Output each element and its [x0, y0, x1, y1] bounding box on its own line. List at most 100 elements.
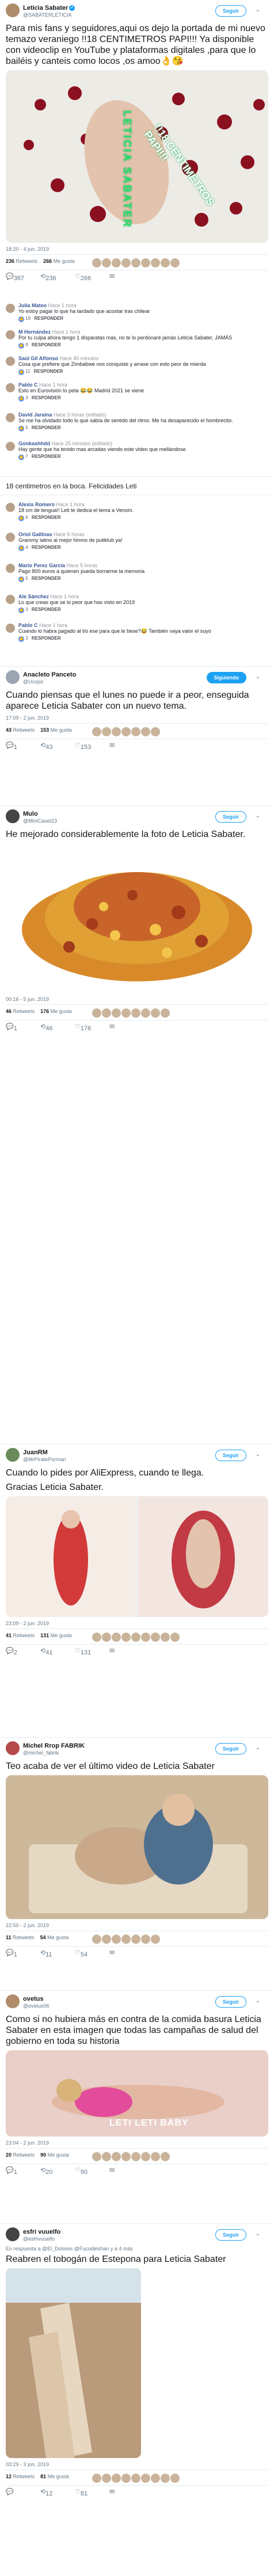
heart-icon[interactable]: ♡ 90: [75, 2166, 87, 2176]
liker-avatars[interactable]: [92, 2152, 170, 2162]
chevron-down-icon[interactable]: ⌄: [256, 674, 260, 680]
avatar[interactable]: [6, 595, 15, 604]
reply-button[interactable]: RESPONDER: [32, 454, 61, 459]
like-icon[interactable]: 👍: [18, 607, 24, 613]
retweet-icon[interactable]: ⟲ 20: [40, 2166, 52, 2176]
reply-icon[interactable]: 💬 1: [6, 1949, 17, 1958]
retweet-icon[interactable]: ⟲ 41: [40, 1647, 52, 1656]
like-icon[interactable]: 👍: [18, 454, 24, 460]
timestamp[interactable]: 18:20 - 4 jun. 2019: [6, 246, 268, 252]
chevron-down-icon[interactable]: ⌄: [256, 813, 260, 819]
author-handle[interactable]: @ovetus06: [23, 2003, 50, 2009]
avatar[interactable]: [6, 2227, 20, 2241]
author-handle[interactable]: @michel_fabrik: [23, 1750, 59, 1756]
tweet-image[interactable]: [6, 2268, 141, 2458]
follow-button[interactable]: Seguir: [215, 811, 246, 823]
avatar[interactable]: [6, 330, 15, 339]
author-name[interactable]: esfri vuuelfo: [23, 2229, 60, 2235]
avatar[interactable]: [6, 1448, 20, 1462]
avatar[interactable]: [6, 304, 15, 313]
reply-icon[interactable]: 💬 1: [6, 742, 17, 751]
chevron-down-icon[interactable]: ⌄: [256, 7, 260, 13]
mail-icon[interactable]: ✉: [109, 1949, 115, 1956]
like-icon[interactable]: 👍: [18, 636, 24, 642]
timestamp[interactable]: 23:09 - 2 jun. 2019: [6, 1620, 268, 1626]
like-icon[interactable]: 👍: [18, 316, 24, 322]
like-icon[interactable]: 👍: [18, 576, 24, 582]
reply-button[interactable]: RESPONDER: [32, 515, 61, 520]
avatar[interactable]: [6, 564, 15, 573]
author-name[interactable]: ovetus: [23, 1996, 43, 2002]
retweet-icon[interactable]: ⟲ 12: [40, 2488, 52, 2497]
reply-icon[interactable]: 💬 2: [6, 1647, 17, 1656]
reply-context[interactable]: En respuesta a @El_Dolores @Fucodelshan …: [6, 2246, 268, 2252]
tweet-image[interactable]: [6, 843, 268, 993]
timestamp[interactable]: 17:09 - 2 jun. 2019: [6, 715, 268, 721]
heart-icon[interactable]: ♡ 131: [75, 1647, 91, 1656]
liker-avatars[interactable]: [92, 2474, 180, 2484]
avatar[interactable]: [6, 1994, 20, 2008]
chevron-down-icon[interactable]: ⌄: [256, 1998, 260, 2004]
chevron-down-icon[interactable]: ⌄: [256, 1451, 260, 1458]
heart-icon[interactable]: ♡ 54: [75, 1949, 87, 1958]
heart-icon[interactable]: ♡ 176: [75, 1023, 91, 1032]
like-icon[interactable]: 👍: [18, 515, 24, 521]
reply-button[interactable]: RESPONDER: [32, 607, 61, 612]
author-handle[interactable]: @esfrivuuelfo: [23, 2236, 55, 2242]
reply-button[interactable]: RESPONDER: [32, 576, 61, 581]
reply-icon[interactable]: 💬 1: [6, 1023, 17, 1032]
like-icon[interactable]: 👍: [18, 396, 24, 402]
like-icon[interactable]: 👍: [18, 545, 24, 551]
like-icon[interactable]: 👍: [18, 343, 24, 349]
avatar[interactable]: [6, 383, 15, 392]
avatar[interactable]: [6, 1741, 20, 1755]
author-handle[interactable]: @MiniCaset23: [23, 818, 57, 824]
avatar[interactable]: [6, 670, 20, 684]
follow-button[interactable]: Seguir: [215, 2229, 246, 2241]
mail-icon[interactable]: ✉: [109, 1023, 115, 1030]
like-icon[interactable]: 👍: [18, 369, 24, 375]
reply-button[interactable]: RESPONDER: [34, 369, 63, 374]
timestamp[interactable]: 03:29 - 3 jun. 2019: [6, 2462, 268, 2467]
chevron-down-icon[interactable]: ⌄: [256, 2231, 260, 2237]
avatar[interactable]: [6, 503, 15, 512]
following-button[interactable]: Siguiendo: [206, 672, 246, 683]
retweet-icon[interactable]: ⟲ 11: [40, 1949, 52, 1958]
reply-icon[interactable]: 💬 387: [6, 273, 24, 282]
avatar[interactable]: [6, 809, 20, 823]
follow-button[interactable]: Seguir: [215, 5, 246, 17]
timestamp[interactable]: 00:16 - 5 jun. 2019: [6, 996, 268, 1002]
avatar[interactable]: [6, 624, 15, 633]
author-name[interactable]: Mulo: [23, 811, 38, 817]
author-handle[interactable]: @Ucopo: [23, 679, 43, 685]
author-name[interactable]: Leticia Sabater ✓: [23, 5, 75, 12]
avatar[interactable]: [6, 442, 15, 451]
liker-avatars[interactable]: [92, 1633, 180, 1643]
mail-icon[interactable]: ✉: [109, 273, 115, 280]
avatar[interactable]: [6, 533, 15, 542]
reply-icon[interactable]: 💬 1: [6, 2166, 17, 2176]
follow-button[interactable]: Seguir: [215, 1743, 246, 1755]
like-icon[interactable]: 👍: [18, 426, 24, 431]
author-handle[interactable]: @SABATERLETICIA: [23, 12, 72, 18]
tweet-image[interactable]: LETI LETI BABY: [6, 2050, 268, 2137]
timestamp[interactable]: 23:04 - 2 jun. 2019: [6, 2140, 268, 2146]
author-name[interactable]: Michel Rrop FABRIK: [23, 1742, 85, 1749]
reply-icon[interactable]: 💬: [6, 2488, 14, 2495]
heart-icon[interactable]: ♡ 81: [75, 2488, 87, 2497]
heart-icon[interactable]: ♡ 266: [75, 273, 91, 282]
reply-button[interactable]: RESPONDER: [32, 395, 61, 400]
liker-avatars[interactable]: [92, 1008, 170, 1019]
mail-icon[interactable]: ✉: [109, 1647, 115, 1654]
retweet-icon[interactable]: ⟲ 46: [40, 1023, 52, 1032]
tweet-image[interactable]: [6, 1775, 268, 1919]
heart-icon[interactable]: ♡ 153: [75, 742, 91, 751]
liker-avatars[interactable]: [92, 727, 161, 737]
reply-button[interactable]: RESPONDER: [32, 545, 61, 550]
mail-icon[interactable]: ✉: [109, 2488, 115, 2495]
avatar[interactable]: [6, 413, 15, 422]
avatar[interactable]: [6, 3, 20, 17]
reply-button[interactable]: RESPONDER: [32, 636, 61, 641]
liker-avatars[interactable]: [92, 1935, 161, 1945]
timestamp[interactable]: 22:50 - 2 jun. 2019: [6, 1923, 268, 1928]
